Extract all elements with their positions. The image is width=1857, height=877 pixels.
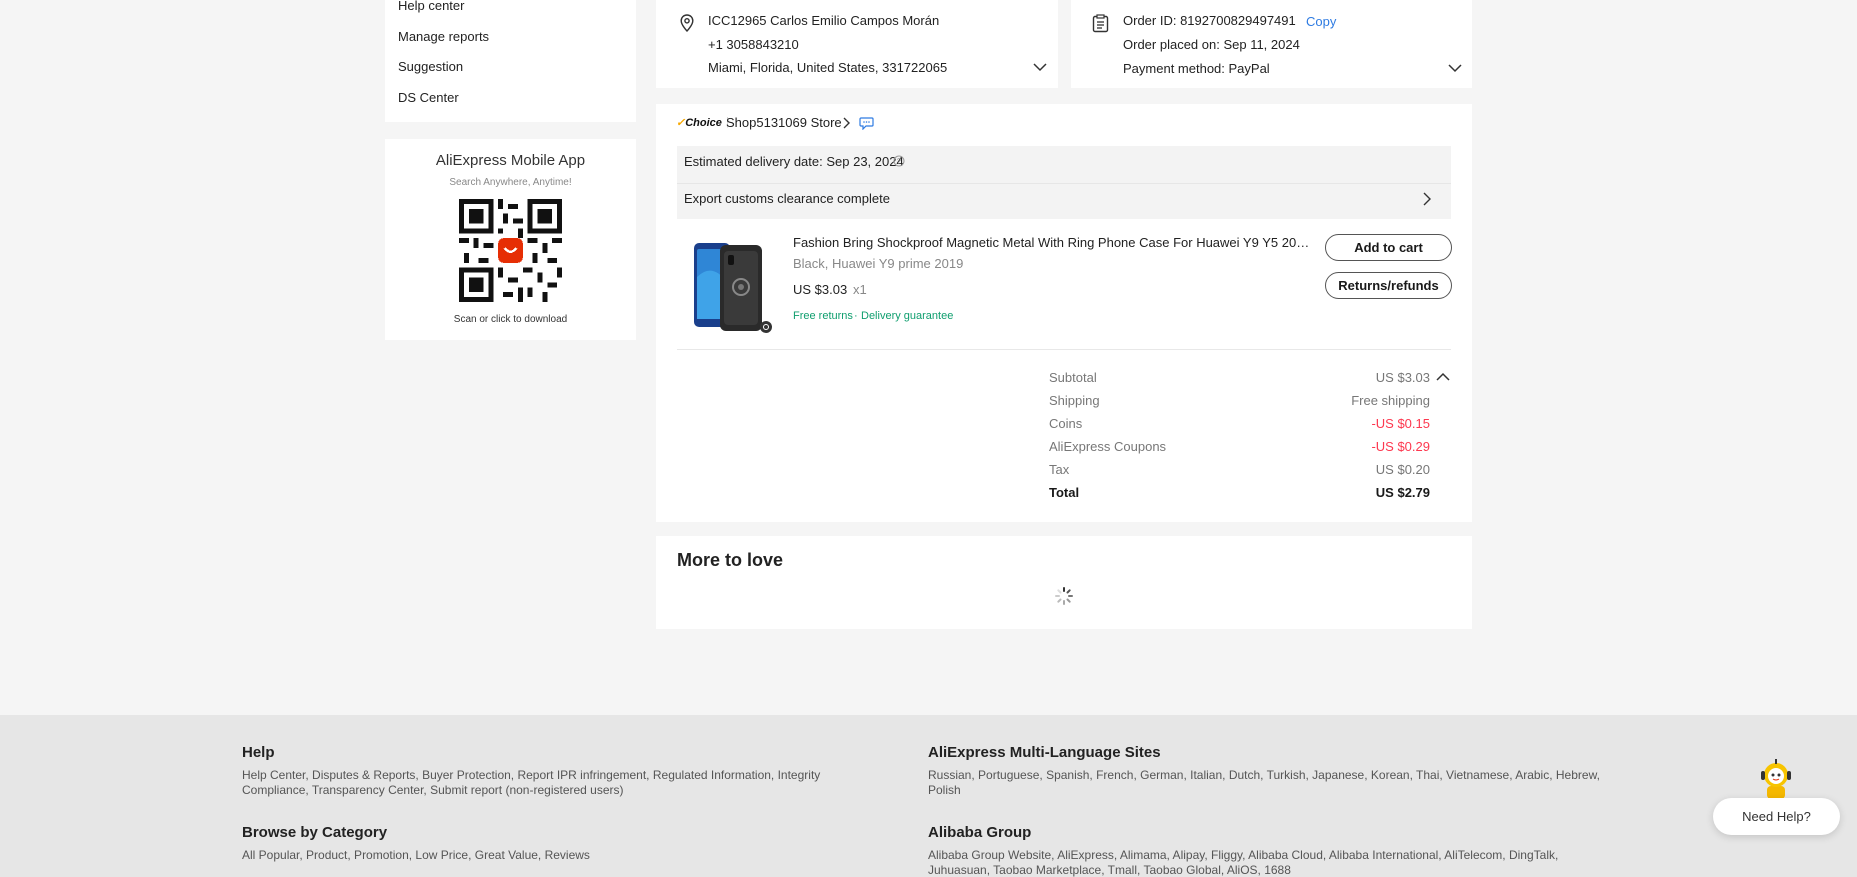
choice-badge: ✓Choice: [676, 117, 722, 129]
site-footer: Help Help Center, Disputes & Reports, Bu…: [0, 715, 1857, 877]
menu-item-ds-center[interactable]: DS Center: [398, 90, 459, 105]
coins-value: -US $0.15: [1371, 416, 1430, 431]
tracking-status[interactable]: Export customs clearance complete: [684, 191, 890, 206]
tag-separator: ·: [854, 310, 858, 322]
chevron-right-icon[interactable]: [1422, 192, 1431, 206]
footer-browse-links[interactable]: All Popular, Product, Promotion, Low Pri…: [242, 848, 590, 863]
chevron-up-icon[interactable]: [1436, 372, 1450, 382]
returns-refunds-button[interactable]: Returns/refunds: [1325, 272, 1452, 299]
delivery-guarantee-tag: Delivery guarantee: [861, 310, 954, 322]
address-location: Miami, Florida, United States, 331722065: [708, 60, 948, 75]
delivery-status-box: Estimated delivery date: Sep 23, 2024 ? …: [677, 146, 1451, 219]
shipping-address-card: ICC12965 Carlos Emilio Campos Morán +1 3…: [656, 0, 1058, 88]
footer-language-links-2[interactable]: Polish: [928, 783, 961, 798]
need-help-button[interactable]: Need Help?: [1713, 798, 1840, 835]
store-name[interactable]: Shop5131069 Store: [726, 115, 842, 130]
app-card-caption: Scan or click to download: [453, 314, 568, 325]
mobile-app-card: AliExpress Mobile App Search Anywhere, A…: [385, 139, 636, 340]
subtotal-value: US $3.03: [1375, 370, 1430, 385]
choice-check-icon: ✓: [676, 117, 686, 129]
footer-languages-title: AliExpress Multi-Language Sites: [928, 744, 1161, 761]
loading-spinner-icon: [1055, 587, 1073, 605]
footer-browse-title: Browse by Category: [242, 824, 388, 841]
coupons-value: -US $0.29: [1371, 439, 1430, 454]
footer-alibaba-links-2[interactable]: Juhuasuan, Taobao Marketplace, Tmall, Ta…: [928, 863, 1291, 877]
footer-help-links[interactable]: Help Center, Disputes & Reports, Buyer P…: [242, 768, 820, 783]
footer-alibaba-title: Alibaba Group: [928, 824, 1032, 841]
menu-item-help-center[interactable]: Help center: [398, 0, 464, 13]
divider: [677, 183, 1451, 184]
coupons-label: AliExpress Coupons: [1049, 439, 1167, 454]
order-placed-date: Order placed on: Sep 11, 2024: [1123, 37, 1300, 52]
add-to-cart-button[interactable]: Add to cart: [1325, 234, 1452, 261]
app-card-subtitle: Search Anywhere, Anytime!: [449, 177, 572, 188]
section-title: More to love: [677, 550, 784, 570]
estimated-delivery: Estimated delivery date: Sep 23, 2024: [684, 154, 904, 169]
chevron-down-icon[interactable]: [1033, 62, 1047, 72]
tax-value: US $0.20: [1375, 462, 1430, 477]
divider: [677, 349, 1451, 350]
address-name: ICC12965 Carlos Emilio Campos Morán: [708, 13, 940, 28]
chevron-down-icon[interactable]: [1448, 63, 1462, 73]
shipping-value: Free shipping: [1351, 393, 1430, 408]
footer-help-title: Help: [242, 744, 275, 761]
subtotal-label: Subtotal: [1049, 370, 1097, 385]
chat-icon[interactable]: [859, 116, 874, 130]
svg-text:?: ?: [897, 157, 902, 166]
coins-label: Coins: [1049, 416, 1083, 431]
qr-code-icon[interactable]: [459, 199, 562, 302]
footer-language-links[interactable]: Russian, Portuguese, Spanish, French, Ge…: [928, 768, 1600, 783]
more-to-love-section: More to love: [656, 536, 1472, 629]
location-pin-icon: [680, 14, 694, 32]
address-phone: +1 3058843210: [708, 37, 799, 52]
order-id: Order ID: 8192700829497491: [1123, 13, 1296, 28]
free-returns-tag: Free returns: [793, 310, 853, 322]
receipt-icon: [1092, 14, 1109, 33]
menu-item-suggestion[interactable]: Suggestion: [398, 59, 463, 74]
tax-label: Tax: [1049, 462, 1070, 477]
product-variant: Black, Huawei Y9 prime 2019: [793, 256, 964, 271]
total-label: Total: [1049, 485, 1080, 500]
store-order-card: ✓Choice | Shop5131069 Store Estimated de…: [656, 104, 1472, 522]
assistant-robot-icon[interactable]: [1757, 758, 1795, 800]
chevron-right-icon[interactable]: [842, 117, 850, 129]
shipping-label: Shipping: [1049, 393, 1100, 408]
footer-alibaba-links[interactable]: Alibaba Group Website, AliExpress, Alima…: [928, 848, 1558, 863]
product-price: US $3.03: [793, 282, 848, 297]
product-image[interactable]: [692, 237, 776, 337]
order-info-card: Order ID: 8192700829497491 Copy Order pl…: [1071, 0, 1472, 88]
account-menu: Help center Manage reports Suggestion DS…: [385, 0, 636, 122]
copy-order-id-link[interactable]: Copy: [1306, 14, 1336, 29]
payment-method: Payment method: PayPal: [1123, 61, 1270, 76]
help-circle-icon[interactable]: ?: [893, 155, 905, 167]
product-quantity: x1: [853, 282, 867, 297]
app-card-title: AliExpress Mobile App: [435, 152, 586, 169]
store-name-link[interactable]: Shop5131069 Store: [726, 115, 842, 130]
total-value: US $2.79: [1375, 485, 1430, 500]
menu-item-manage-reports[interactable]: Manage reports: [398, 29, 489, 44]
product-title-link[interactable]: Fashion Bring Shockproof Magnetic Metal …: [793, 235, 1313, 250]
footer-help-links-2[interactable]: Compliance, Transparency Center, Submit …: [242, 783, 624, 798]
